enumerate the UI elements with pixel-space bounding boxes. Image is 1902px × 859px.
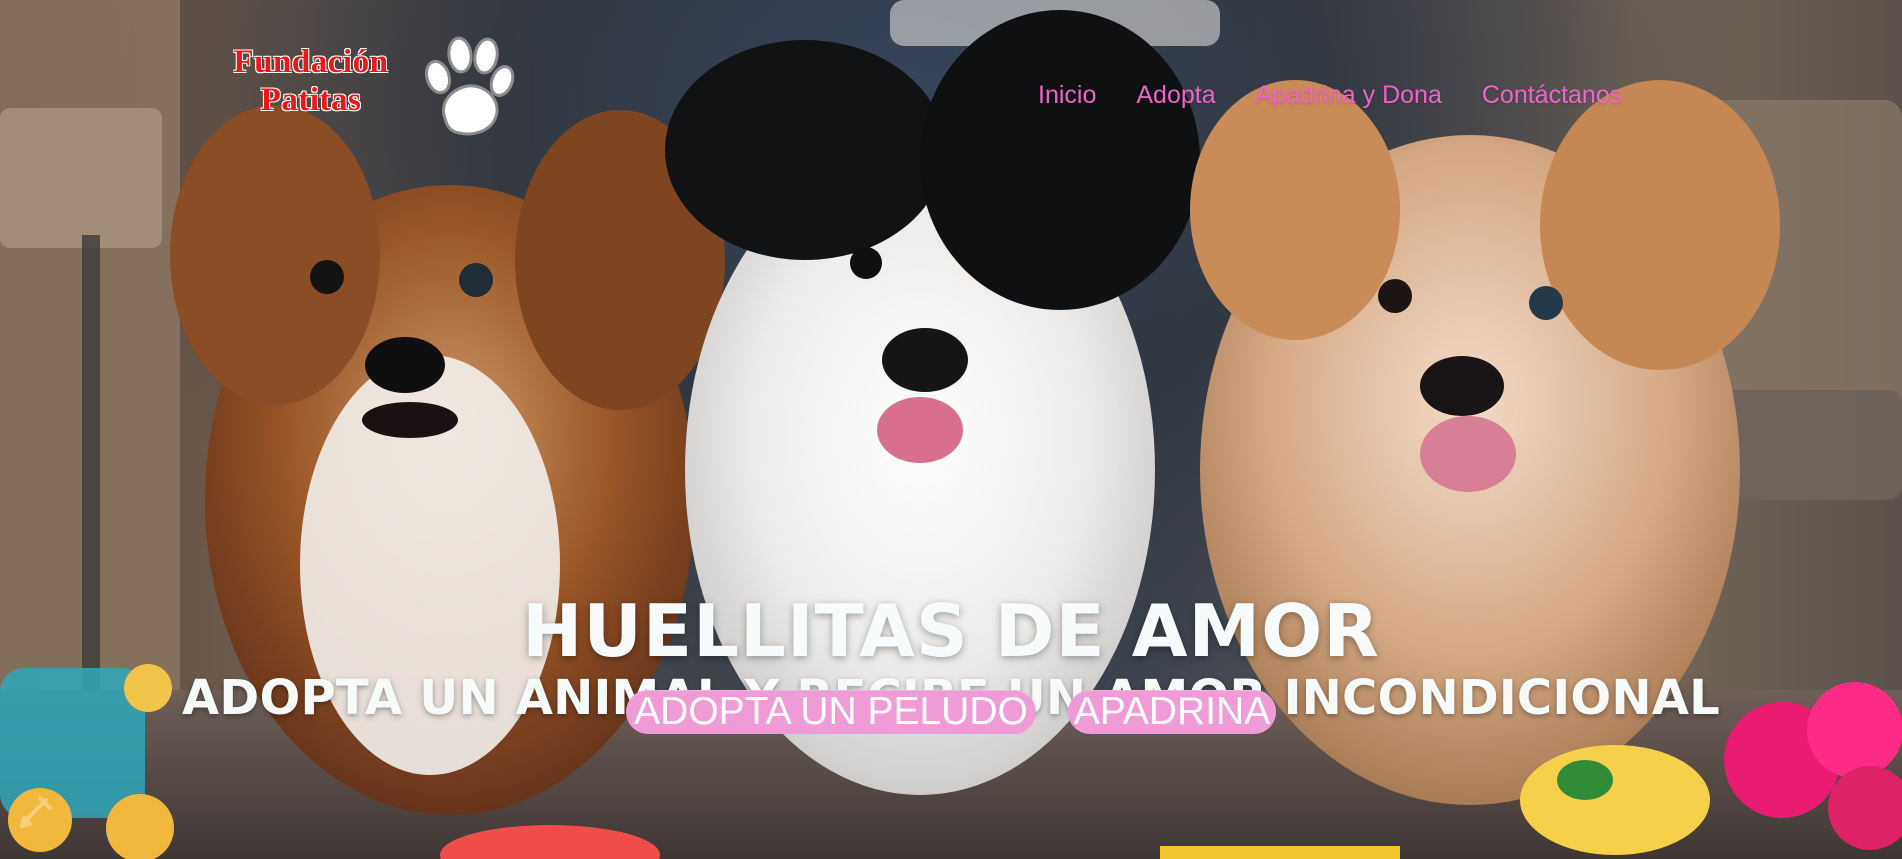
hero-title: HUELLITAS DE AMOR: [522, 589, 1380, 674]
logo-line-1: Fundación: [233, 44, 389, 80]
pencil-icon: [20, 796, 52, 828]
nav-item-inicio[interactable]: Inicio: [1038, 80, 1096, 110]
sponsor-button[interactable]: APADRINA: [1068, 690, 1276, 734]
hero-section: Fundación Patitas Inicio Adopta Apadrina…: [0, 0, 1902, 859]
cta-group: ADOPTA UN PELUDO APADRINA: [0, 690, 1902, 734]
logo-line-2: Patitas: [260, 82, 362, 118]
main-nav: Inicio Adopta Apadrina y Dona Contáctano…: [1038, 80, 1698, 110]
nav-item-adopta[interactable]: Adopta: [1136, 80, 1215, 110]
nav-item-contactanos[interactable]: Contáctanos: [1482, 80, 1622, 110]
adopt-button[interactable]: ADOPTA UN PELUDO: [626, 690, 1036, 734]
brand-logo[interactable]: Fundación Patitas: [205, 35, 525, 139]
paw-icon: [424, 36, 515, 136]
nav-item-apadrina-dona[interactable]: Apadrina y Dona: [1256, 80, 1442, 110]
logo-text: Fundación Patitas: [205, 43, 417, 119]
